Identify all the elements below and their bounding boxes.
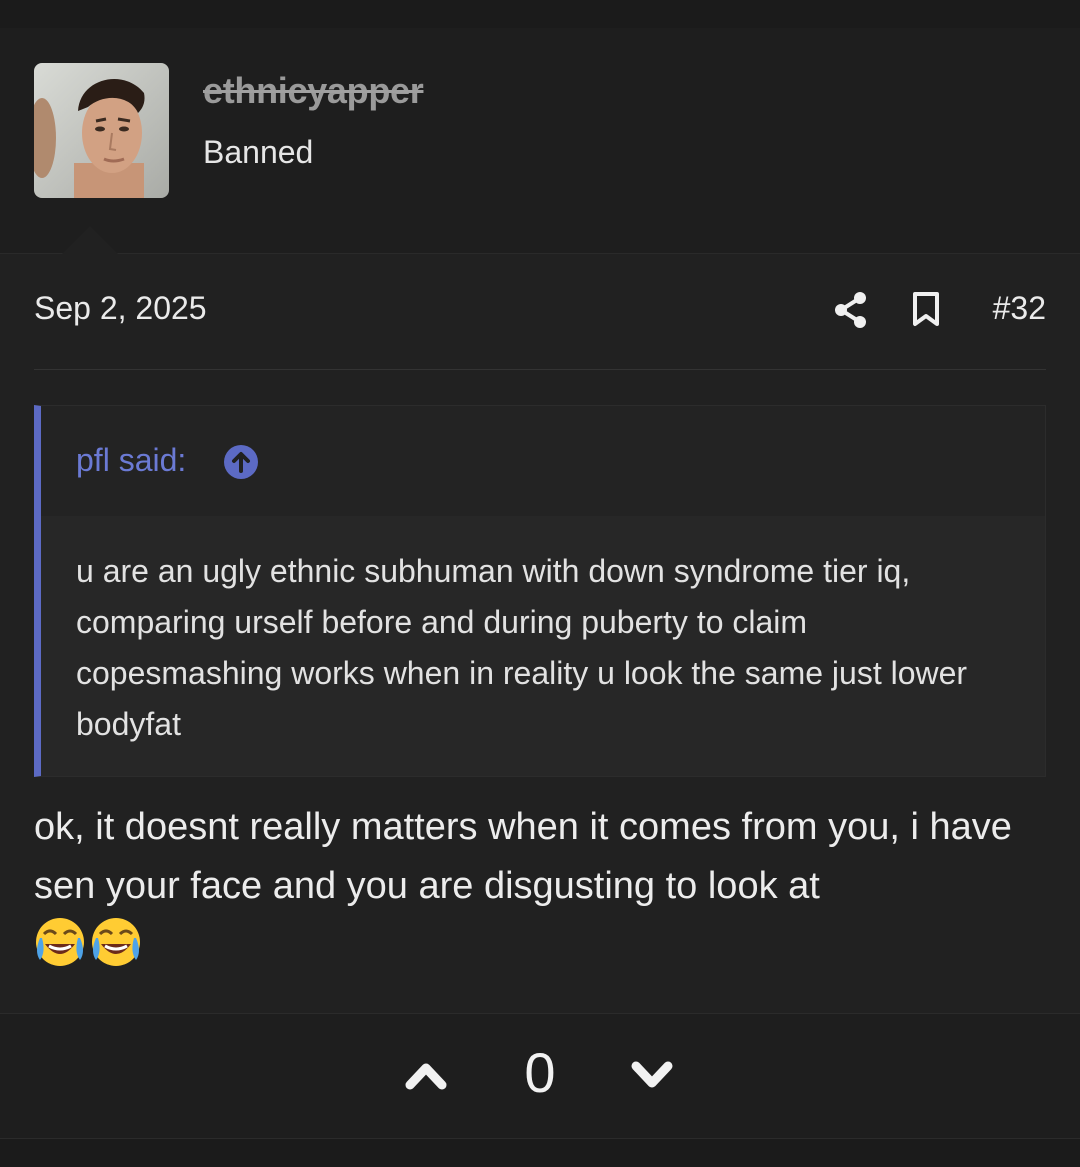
face-with-tears-of-joy-icon bbox=[90, 916, 142, 986]
face-with-tears-of-joy-icon bbox=[34, 916, 86, 986]
quote-body: u are an ugly ethnic subhuman with down … bbox=[41, 516, 1045, 776]
chevron-up-icon[interactable] bbox=[404, 1058, 448, 1097]
post-meta: Sep 2, 2025 #32 bbox=[34, 286, 1046, 336]
share-icon[interactable] bbox=[834, 292, 868, 333]
arrow-up-circle-icon[interactable] bbox=[223, 444, 259, 485]
bookmark-icon[interactable] bbox=[912, 291, 940, 332]
quote-text: u are an ugly ethnic subhuman with down … bbox=[76, 553, 968, 742]
quote-author[interactable]: pfl said: bbox=[76, 442, 186, 479]
bottom-strip bbox=[0, 1139, 1080, 1167]
header-notch bbox=[62, 226, 118, 254]
avatar[interactable] bbox=[34, 63, 169, 198]
post-date[interactable]: Sep 2, 2025 bbox=[34, 290, 207, 327]
post-number[interactable]: #32 bbox=[993, 290, 1046, 327]
user-title: Banned bbox=[203, 134, 314, 170]
vote-score: 0 bbox=[524, 1041, 556, 1104]
username[interactable]: ethnicyapper bbox=[203, 70, 424, 112]
top-strip bbox=[0, 0, 1080, 29]
message-text: ok, it doesnt really matters when it com… bbox=[34, 806, 1012, 907]
user-header: ethnicyapper Banned bbox=[0, 28, 1080, 254]
vote-bar: 0 bbox=[0, 1013, 1080, 1139]
post: ethnicyapper Banned Sep 2, 2025 #32 pfl … bbox=[0, 28, 1080, 1139]
chevron-down-icon[interactable] bbox=[630, 1058, 674, 1097]
quote-block: pfl said: u are an ugly ethnic subhuman … bbox=[34, 405, 1046, 777]
divider bbox=[34, 369, 1046, 370]
post-message: ok, it doesnt really matters when it com… bbox=[34, 798, 1034, 986]
quote-header: pfl said: bbox=[41, 406, 1045, 516]
